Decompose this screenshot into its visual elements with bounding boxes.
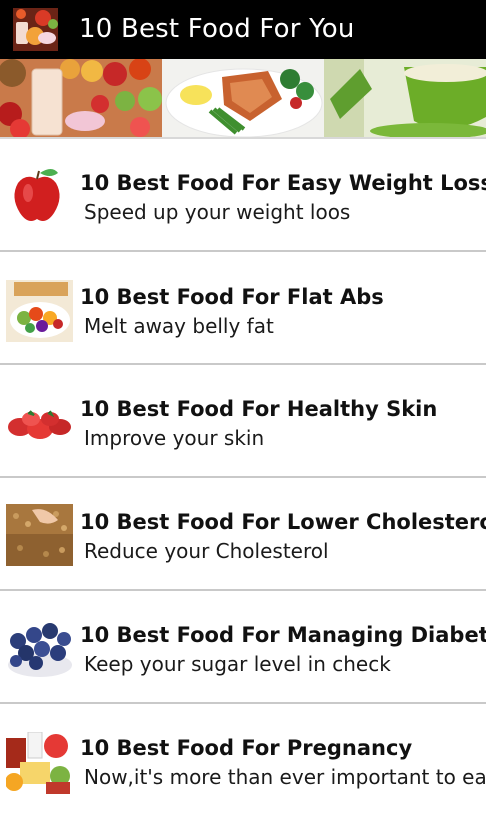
app-title: 10 Best Food For You — [79, 14, 355, 44]
blueberries-icon — [6, 619, 73, 681]
item-title: 10 Best Food For Pregnancy — [80, 736, 413, 760]
dairy-food-icon — [6, 732, 73, 794]
header-banner — [0, 59, 486, 137]
item-subtitle: Now,it's more than ever important to eat — [84, 765, 486, 789]
item-title: 10 Best Food For Lower Cholesterol — [80, 510, 486, 534]
list-item-flat-abs[interactable]: 10 Best Food For Flat Abs Melt away bell… — [0, 252, 486, 365]
tomatoes-icon — [6, 393, 73, 455]
apple-icon — [6, 165, 73, 227]
item-title: 10 Best Food For Easy Weight Loss — [80, 171, 486, 195]
list-item-weight-loss[interactable]: 10 Best Food For Easy Weight Loss Speed … — [0, 139, 486, 252]
item-subtitle: Keep your sugar level in check — [84, 652, 391, 676]
list-item-pregnancy[interactable]: 10 Best Food For Pregnancy Now,it's more… — [0, 704, 486, 815]
title-bar: 10 Best Food For You — [0, 0, 486, 59]
list-item-healthy-skin[interactable]: 10 Best Food For Healthy Skin Improve yo… — [0, 365, 486, 478]
item-title: 10 Best Food For Healthy Skin — [80, 397, 438, 421]
item-subtitle: Improve your skin — [84, 426, 265, 450]
item-subtitle: Melt away belly fat — [84, 314, 274, 338]
list-item-managing-diabetes[interactable]: 10 Best Food For Managing Diabetes Keep … — [0, 591, 486, 704]
salad-icon — [6, 280, 73, 342]
item-subtitle: Speed up your weight loos — [84, 200, 351, 224]
banner-collage — [0, 59, 486, 137]
item-subtitle: Reduce your Cholesterol — [84, 539, 329, 563]
item-title: 10 Best Food For Flat Abs — [80, 285, 384, 309]
food-list: 10 Best Food For Easy Weight Loss Speed … — [0, 139, 486, 815]
item-title: 10 Best Food For Managing Diabetes — [80, 623, 486, 647]
oats-icon — [6, 504, 73, 566]
food-collage-icon — [13, 8, 58, 51]
list-item-lower-cholesterol[interactable]: 10 Best Food For Lower Cholesterol Reduc… — [0, 478, 486, 591]
